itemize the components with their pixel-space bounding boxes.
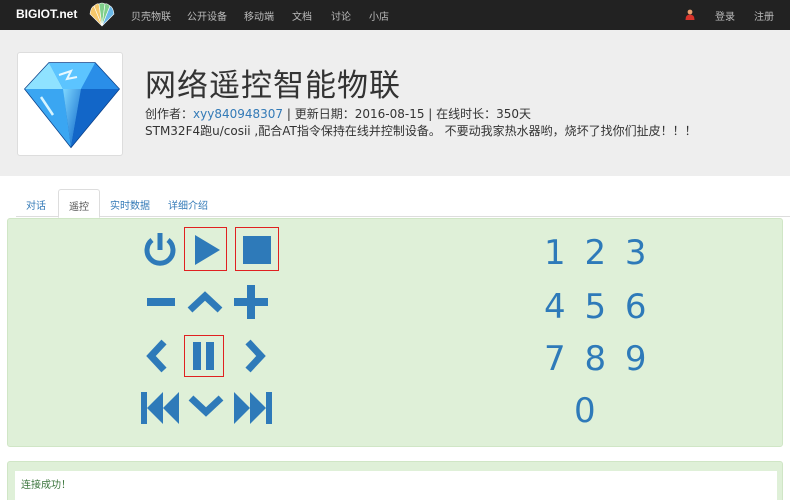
log-message: 连接成功！ <box>21 480 71 491</box>
nav-item-docs[interactable]: 文档 <box>292 8 312 23</box>
login-link[interactable]: 登录 <box>715 8 735 23</box>
chevron-right-icon[interactable] <box>244 339 266 373</box>
tab-realtime-data[interactable]: 实时数据 <box>100 189 160 217</box>
navbar: BIGIOT.net 贝壳物联 公开设备 移动端 文档 讨论 小店 登录 注册 <box>0 0 790 30</box>
skip-backward-icon[interactable] <box>141 392 179 424</box>
device-header: 网络遥控智能物联 创作者：xyy840948307 | 更新日期：2016-08… <box>0 30 790 176</box>
tab-remote[interactable]: 遥控 <box>58 189 100 218</box>
device-description: STM32F4跑u/cosii ,配合AT指令保持在线并控制设备。 不要动我家热… <box>145 124 697 138</box>
nav-item-mobile[interactable]: 移动端 <box>244 8 274 23</box>
numpad-row-2[interactable]: 4 5 6 <box>544 287 651 327</box>
nav-item-public-devices[interactable]: 公开设备 <box>187 8 227 23</box>
device-thumbnail <box>17 52 123 156</box>
chevron-down-icon[interactable] <box>188 395 224 417</box>
skip-forward-icon[interactable] <box>234 392 272 424</box>
device-meta: 创作者：xyy840948307 | 更新日期：2016-08-15 | 在线时… <box>145 105 531 122</box>
tab-details[interactable]: 详细介绍 <box>158 189 218 217</box>
nav-item-beike[interactable]: 贝壳物联 <box>131 8 171 23</box>
user-icon <box>685 9 695 20</box>
log-panel: 连接成功！ <box>7 461 783 500</box>
author-link[interactable]: xyy840948307 <box>193 107 283 121</box>
diamond-icon <box>24 62 120 149</box>
plus-icon[interactable] <box>234 285 268 319</box>
numpad-row-4[interactable]: 0 <box>574 391 600 431</box>
update-info: | 更新日期：2016-08-15 | 在线时长：350天 <box>283 107 532 121</box>
stop-icon[interactable] <box>243 236 271 264</box>
play-icon[interactable] <box>193 234 221 266</box>
nav-item-shop[interactable]: 小店 <box>369 8 389 23</box>
nav-item-discuss[interactable]: 讨论 <box>331 8 351 23</box>
numpad-row-3[interactable]: 7 8 9 <box>544 339 651 379</box>
signup-link[interactable]: 注册 <box>754 8 774 23</box>
numpad-row-1[interactable]: 1 2 3 <box>544 233 651 273</box>
shell-logo-icon[interactable] <box>88 2 116 28</box>
page-title: 网络遥控智能物联 <box>145 68 401 104</box>
power-icon[interactable] <box>141 231 179 269</box>
brand-logo-text[interactable]: BIGIOT.net <box>16 7 77 21</box>
chevron-left-icon[interactable] <box>146 339 168 373</box>
author-label: 创作者： <box>145 107 194 121</box>
tab-bar: 对话 遥控 实时数据 详细介绍 <box>16 189 790 218</box>
pause-icon[interactable] <box>193 342 215 370</box>
chevron-up-icon[interactable] <box>187 291 223 313</box>
log-output: 连接成功！ <box>15 471 777 500</box>
minus-icon[interactable] <box>147 296 175 308</box>
remote-control-panel: 1 2 3 4 5 6 7 8 9 0 <box>7 218 783 447</box>
tab-chat[interactable]: 对话 <box>16 189 56 217</box>
